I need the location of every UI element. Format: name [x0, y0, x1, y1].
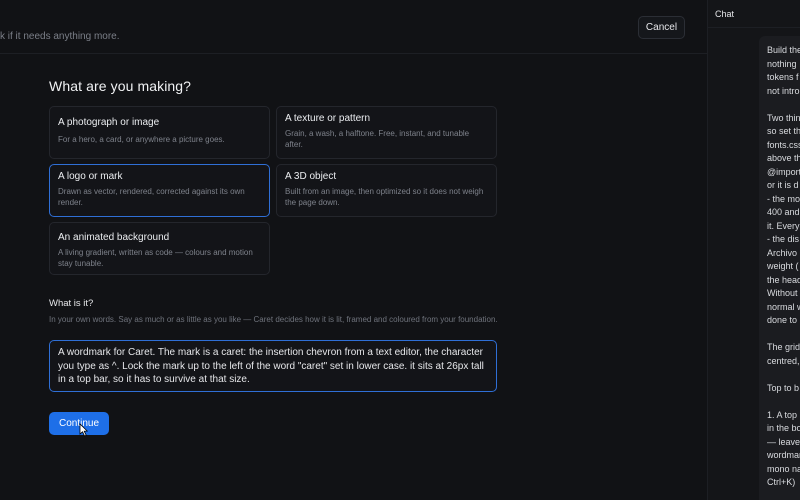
option-card-3d-object[interactable]: A 3D object Built from an image, then op… [276, 164, 497, 217]
chat-title: Chat [715, 9, 735, 19]
chat-message-line: in the bo [767, 423, 800, 433]
option-card-texture[interactable]: A texture or pattern Grain, a wash, a ha… [276, 106, 497, 159]
chat-message-line: not intro [767, 85, 800, 96]
chat-message-line [767, 395, 800, 409]
chat-message-line: fonts.css [767, 139, 800, 150]
chat-message-line: @import [767, 166, 800, 177]
option-title: A 3D object [285, 171, 337, 182]
chat-message-line: 1. A top [767, 409, 798, 420]
option-title: An animated background [58, 232, 170, 243]
chat-message-line: Ctrl+K) [767, 477, 796, 487]
option-description: For a hero, a card, or anywhere a pictur… [58, 135, 225, 144]
option-title: A texture or pattern [285, 113, 371, 124]
option-card-logo[interactable]: A logo or mark Drawn as vector, rendered… [49, 164, 270, 217]
mouse-pointer-icon [79, 423, 88, 437]
chat-message-line: Without [767, 288, 798, 298]
option-card-photograph[interactable]: A photograph or image For a hero, a card… [49, 106, 270, 159]
chat-message-line: Top to b [767, 382, 800, 393]
option-title: A photograph or image [58, 117, 160, 128]
chat-message-line: Archivo [767, 247, 798, 258]
chat-message-line: tokens f [767, 72, 799, 82]
chat-message-line: it. Every [767, 220, 800, 231]
chat-message-line: mono na [767, 463, 800, 474]
option-description: A living gradient, written as code — col… [58, 248, 253, 268]
chat-message-line [767, 98, 800, 112]
option-description: Grain, a wash, a halftone. Free, instant… [285, 129, 470, 149]
option-description: Built from an image, then optimized so i… [285, 187, 484, 207]
chat-message-line: nothing [767, 58, 797, 69]
chat-message-line: 400 and [767, 207, 800, 217]
chat-message-line [767, 328, 800, 342]
cancel-button[interactable]: Cancel [638, 16, 685, 39]
chat-message-line: weight ( [767, 261, 799, 271]
chat-message-line: wordmar [767, 450, 800, 460]
description-textarea[interactable]: A wordmark for Caret. The mark is a care… [49, 340, 497, 392]
option-card-animated-background[interactable]: An animated background A living gradient… [49, 222, 270, 275]
chat-message-line: so set th [767, 126, 800, 136]
chat-message-line: — leave [767, 436, 800, 447]
top-bar-hint: k if it needs anything more. [0, 31, 120, 42]
chat-message-line: done to [767, 315, 798, 325]
main-panel: k if it needs anything more. Cancel What… [0, 0, 707, 500]
chat-panel: Chat Build the nothing tokens f not intro Tw… [708, 0, 800, 500]
chat-message-line: the head [767, 274, 800, 285]
chat-message-line: centred, [767, 355, 800, 366]
option-title: A logo or mark [58, 171, 123, 182]
chat-message-line: - the dis [767, 234, 800, 244]
description-field-label: What is it? [49, 298, 94, 309]
chat-message-line: Build the [767, 45, 800, 55]
description-field-help: In your own words. Say as much or as lit… [49, 315, 498, 324]
chat-message-line: Two thin [767, 112, 800, 123]
chat-message-line: above th [767, 153, 800, 163]
option-description: Drawn as vector, rendered, corrected aga… [58, 187, 245, 207]
chat-message: Build the nothing tokens f not intro Two thi… [759, 36, 800, 500]
page-title: What are you making? [49, 78, 192, 94]
chat-message-line [767, 368, 800, 382]
chat-message-line: The grid [767, 342, 800, 352]
top-bar: k if it needs anything more. Cancel [0, 0, 707, 54]
chat-message-line: normal w [767, 301, 800, 312]
chat-message-line: - the mo [767, 193, 800, 204]
chat-header-divider [708, 27, 800, 28]
chat-message-line: or it is d [767, 180, 799, 190]
